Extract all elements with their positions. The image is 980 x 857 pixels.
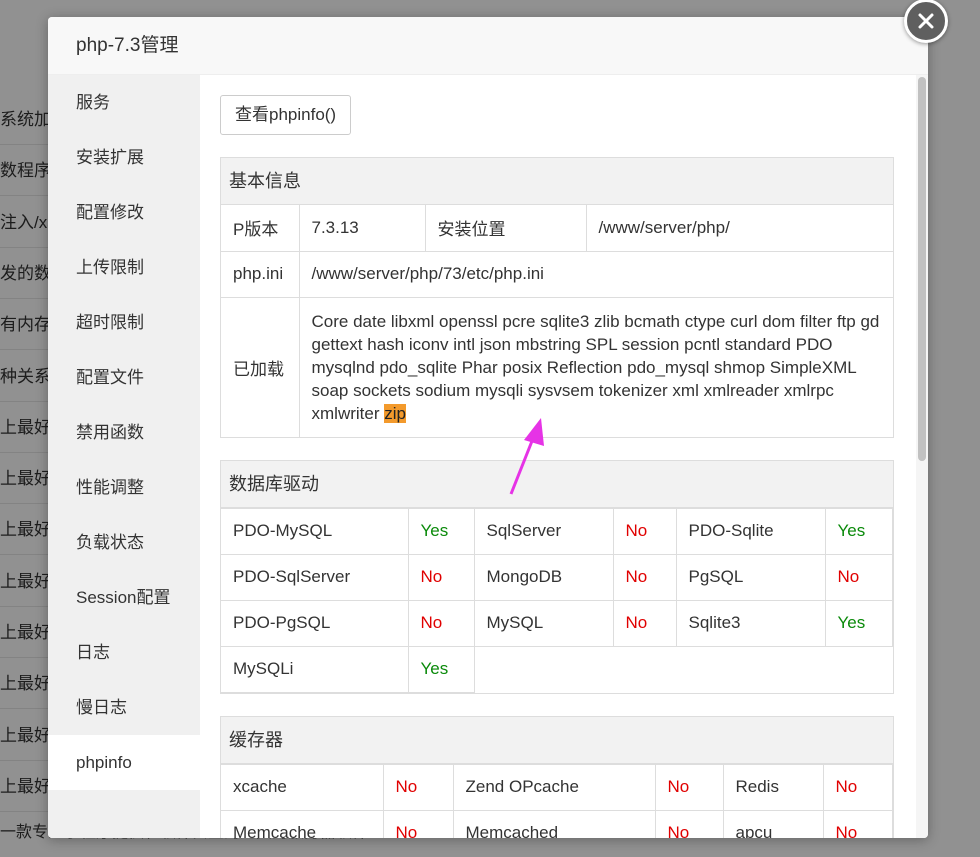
cache-table: xcache No Zend OPcache No Redis No Memcache No M…	[221, 763, 893, 838]
table-row: MySQLi Yes	[221, 645, 893, 693]
table-row: PDO-SqlServer No MongoDB No PgSQL No	[221, 553, 893, 601]
driver-status: Yes	[407, 507, 475, 555]
driver-name: PDO-PgSQL	[221, 599, 409, 647]
driver-status: No	[654, 763, 724, 811]
basic-info-table: P版本 7.3.13 安装位置 /www/server/php/ php.ini…	[221, 205, 893, 437]
driver-status: No	[407, 599, 475, 647]
driver-name: PDO-Sqlite	[675, 507, 826, 555]
table-row: PDO-MySQL Yes SqlServer No PDO-Sqlite Yes	[221, 507, 893, 555]
sidebar-item[interactable]: 禁用函数	[48, 405, 200, 460]
driver-status: No	[612, 553, 677, 601]
driver-name: PDO-SqlServer	[221, 553, 409, 601]
install-value: /www/server/php/	[585, 205, 893, 252]
driver-name: MySQL	[473, 599, 614, 647]
cache-section: 缓存器 xcache No Zend OPcache No Redis No Memcach…	[220, 715, 894, 838]
driver-status: No	[612, 599, 677, 647]
ini-value: /www/server/php/73/etc/php.ini	[298, 250, 893, 298]
sidebar-item[interactable]: 安装扩展	[48, 130, 200, 185]
driver-status: No	[822, 809, 893, 838]
driver-name: MySQLi	[221, 645, 409, 693]
driver-name: Memcached	[452, 809, 656, 838]
basic-info-section: 基本信息 P版本 7.3.13 安装位置 /www/server/php/ ph…	[220, 157, 894, 438]
cache-title: 缓存器	[221, 716, 893, 764]
sidebar-item[interactable]: 超时限制	[48, 295, 200, 350]
zip-highlight: zip	[384, 403, 406, 423]
sidebar-item[interactable]: phpinfo	[48, 735, 200, 790]
version-value: 7.3.13	[298, 205, 426, 252]
driver-status: No	[824, 553, 893, 601]
db-driver-table: PDO-MySQL Yes SqlServer No PDO-Sqlite Yes PDO-…	[221, 507, 893, 693]
sidebar-item[interactable]: 性能调整	[48, 460, 200, 515]
table-row: php.ini /www/server/php/73/etc/php.ini	[221, 250, 893, 298]
driver-name: Sqlite3	[675, 599, 826, 647]
driver-name: apcu	[722, 809, 824, 838]
dialog-sidebar: 服务 安装扩展 配置修改 上传限制 超时限制 配置文件 禁用函数 性能调整 负载状态 Sessio…	[48, 75, 200, 838]
driver-status: No	[407, 553, 475, 601]
driver-status: No	[654, 809, 724, 838]
table-row: xcache No Zend OPcache No Redis No	[221, 763, 893, 811]
sidebar-item[interactable]: 慢日志	[48, 680, 200, 735]
driver-status: No	[382, 809, 454, 838]
driver-name: PDO-MySQL	[221, 507, 409, 555]
db-driver-section: 数据库驱动 PDO-MySQL Yes SqlServer No PDO-Sqlite Y…	[220, 459, 894, 694]
driver-status: Yes	[407, 645, 475, 693]
sidebar-item[interactable]: Session配置	[48, 570, 200, 625]
driver-status: No	[822, 763, 893, 811]
driver-name: Zend OPcache	[452, 763, 656, 811]
driver-name: Redis	[722, 763, 824, 811]
sidebar-item[interactable]: 配置文件	[48, 350, 200, 405]
table-row: PDO-PgSQL No MySQL No Sqlite3 Yes	[221, 599, 893, 647]
driver-name: xcache	[221, 763, 384, 811]
driver-name: MongoDB	[473, 553, 614, 601]
sidebar-item[interactable]: 上传限制	[48, 240, 200, 295]
driver-name: Memcache	[221, 809, 384, 838]
ini-label: php.ini	[221, 250, 300, 298]
driver-name: SqlServer	[473, 507, 614, 555]
basic-info-title: 基本信息	[221, 158, 893, 205]
driver-status: Yes	[824, 599, 893, 647]
driver-status: Yes	[824, 507, 893, 555]
view-phpinfo-button[interactable]: 查看phpinfo()	[220, 95, 352, 135]
driver-status: No	[382, 763, 454, 811]
sidebar-item[interactable]: 负载状态	[48, 515, 200, 570]
table-row: Memcache No Memcached No apcu No	[221, 809, 893, 838]
loaded-label: 已加载	[221, 296, 300, 437]
sidebar-item[interactable]: 日志	[48, 625, 200, 680]
close-dialog-button[interactable]	[904, 0, 948, 43]
sidebar-item[interactable]: 配置修改	[48, 185, 200, 240]
version-label: P版本	[221, 205, 300, 252]
install-label: 安装位置	[424, 205, 587, 252]
table-row: 已加载 Core date libxml openssl pcre sqlite…	[221, 296, 893, 437]
driver-name: PgSQL	[675, 553, 826, 601]
close-icon	[918, 13, 934, 29]
db-driver-title: 数据库驱动	[221, 460, 893, 508]
empty-cell	[474, 646, 893, 692]
table-row: P版本 7.3.13 安装位置 /www/server/php/	[221, 205, 893, 252]
phpinfo-panel: 查看phpinfo() 基本信息 P版本 7.3.13 安装位置 /www/se…	[200, 75, 916, 838]
content-scrollbar[interactable]	[916, 75, 928, 838]
loaded-extensions: Core date libxml openssl pcre sqlite3 zl…	[298, 296, 893, 437]
dialog-title: php-7.3管理	[48, 17, 928, 75]
php-manager-dialog: php-7.3管理 服务 安装扩展 配置修改 上传限制 超时限制 配置文件 禁用函数 性能调整…	[48, 17, 928, 838]
scrollbar-thumb[interactable]	[918, 77, 926, 461]
driver-status: No	[612, 507, 677, 555]
sidebar-item[interactable]: 服务	[48, 75, 200, 130]
